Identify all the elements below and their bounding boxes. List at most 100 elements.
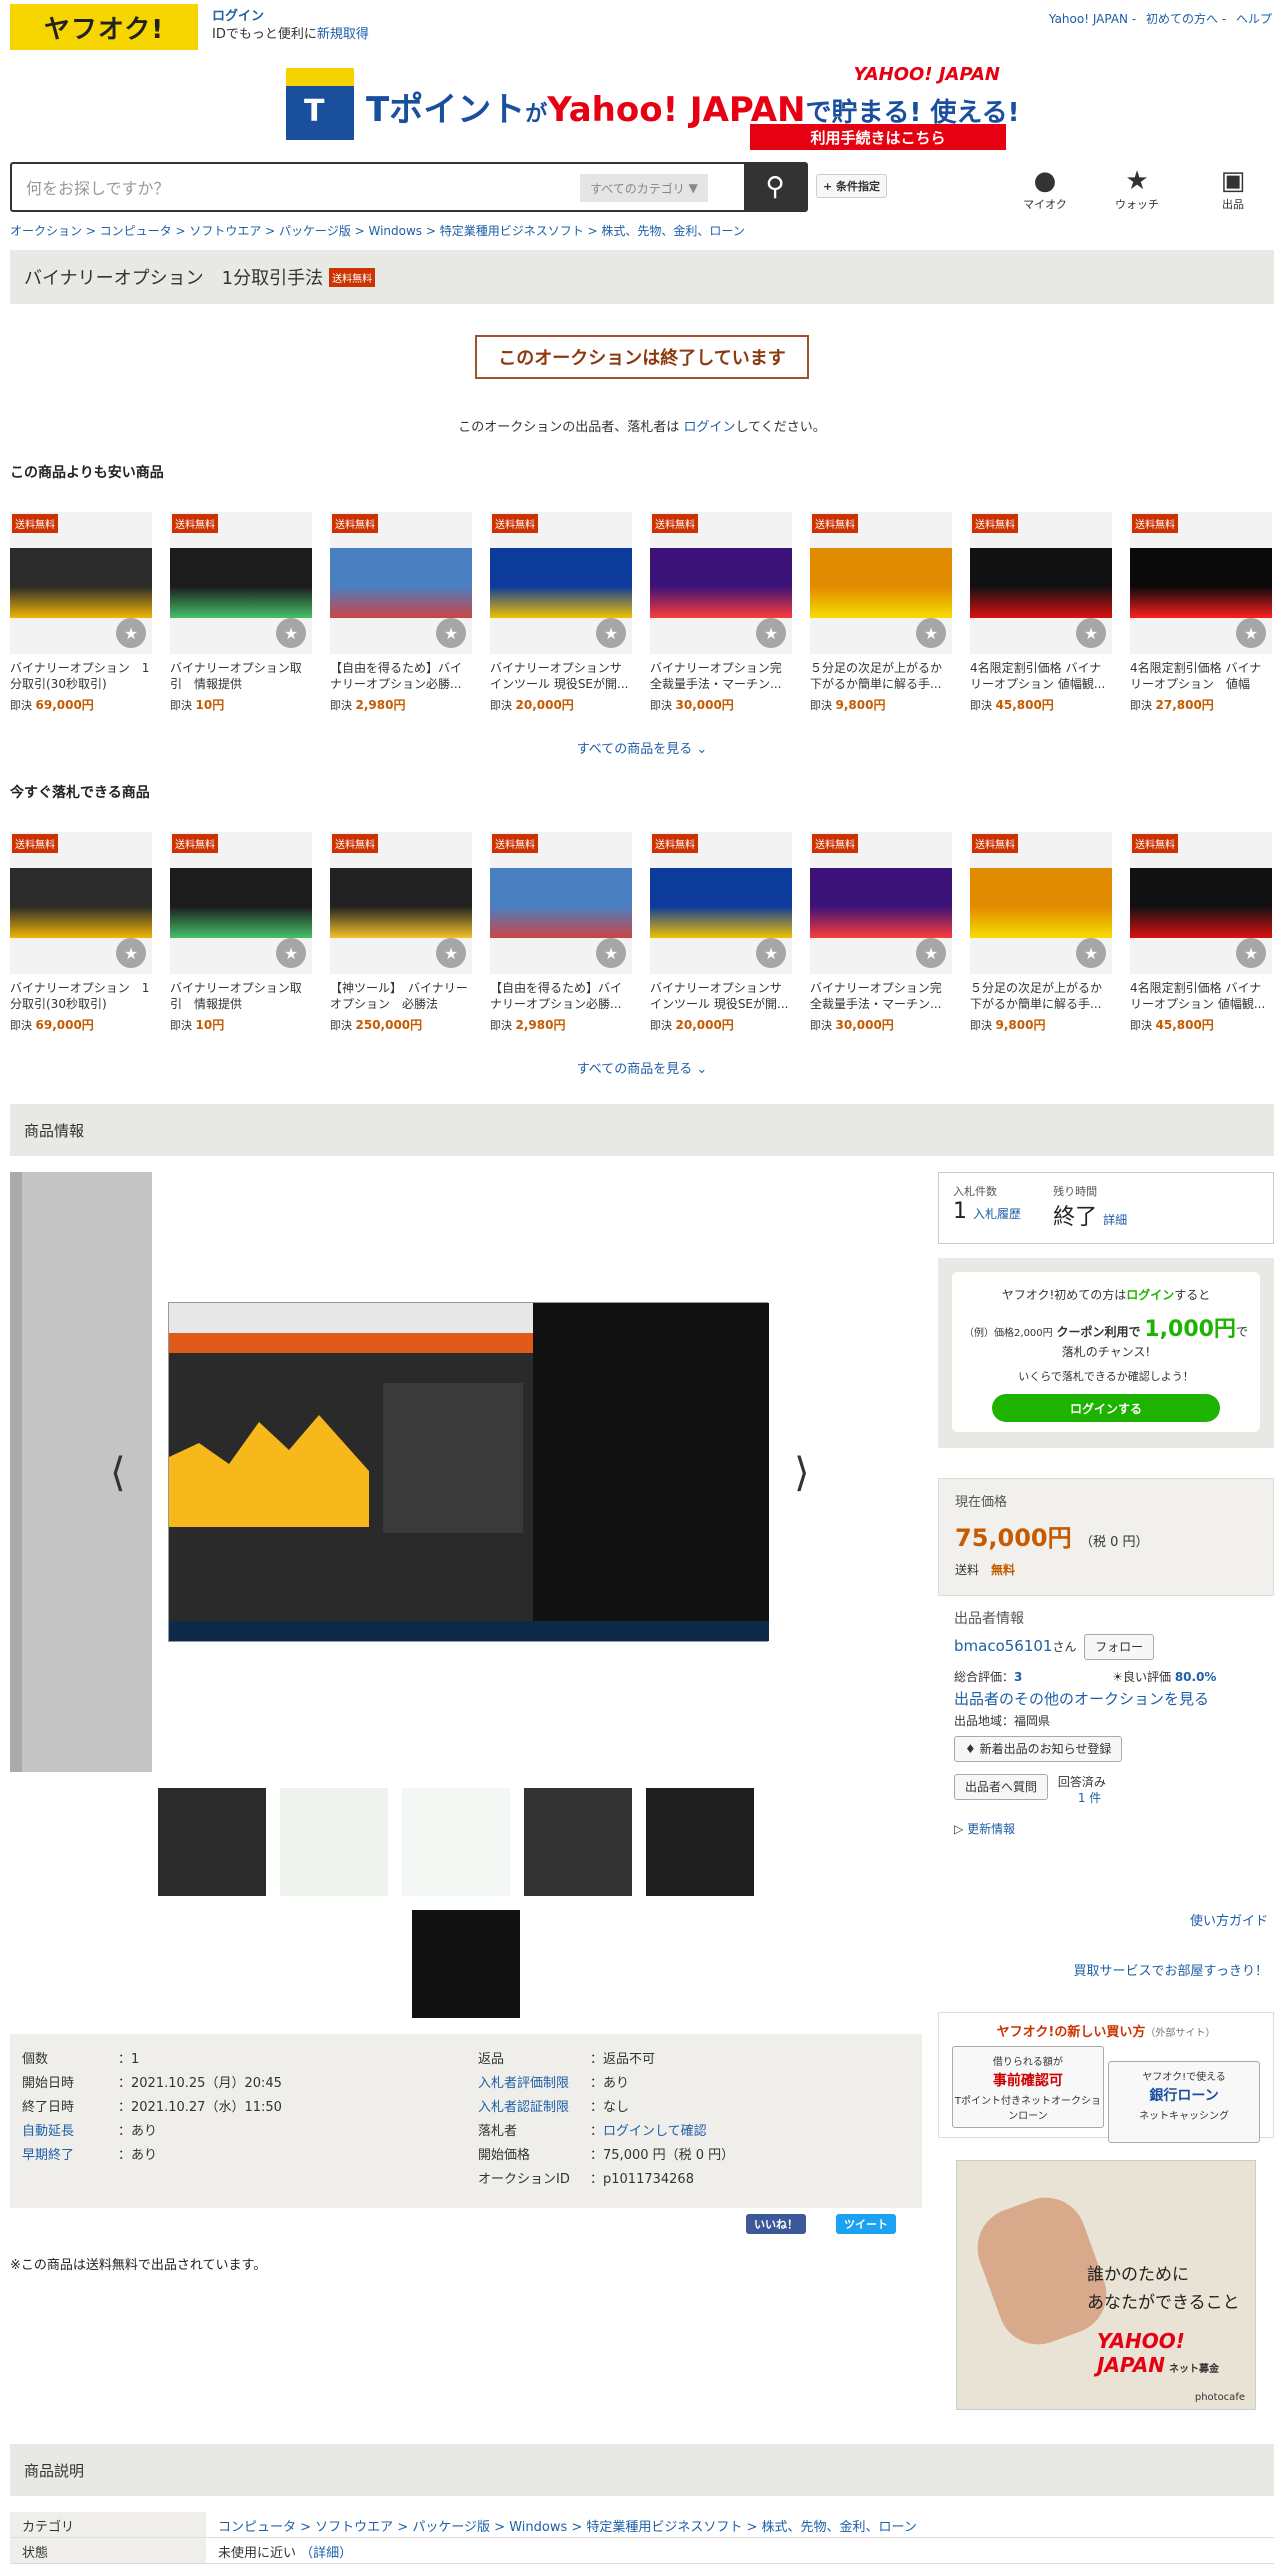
detail-key[interactable]: 入札者評価制限 — [478, 2072, 590, 2096]
watch-star-icon[interactable]: ★ — [756, 618, 786, 648]
gallery-prev-panel[interactable] — [10, 1172, 152, 1772]
signup-link[interactable]: 新規取得 — [317, 27, 369, 42]
item-name[interactable]: 4名限定割引価格 バイナリーオプション 値幅観... — [1130, 660, 1272, 692]
seller-rating-link[interactable]: 3 — [1014, 1670, 1022, 1684]
update-info-link[interactable]: 更新情報 — [967, 1822, 1015, 1836]
item-thumbnail[interactable]: 送料無料 ★ — [970, 832, 1112, 974]
buyback-service-link[interactable]: 買取サービスでお部屋すっきり！ — [938, 1960, 1274, 1979]
item-card[interactable]: 送料無料 ★ 【自由を得るため】バイナリーオプション必勝... 即決 2,980円 — [490, 832, 632, 1033]
item-thumbnail[interactable]: 送料無料 ★ — [650, 512, 792, 654]
item-thumbnail[interactable]: 送料無料 ★ — [970, 512, 1112, 654]
donation-ad[interactable]: 誰かのために あなたができること YAHOO! JAPAN ネット募金 photoc… — [956, 2160, 1256, 2410]
answered-count-link[interactable]: 1 件 — [1078, 1791, 1101, 1805]
item-thumbnail[interactable]: 送料無料 ★ — [10, 512, 152, 654]
item-card[interactable]: 送料無料 ★ バイナリーオプションサインツール 現役SEが開... 即決 20,000… — [490, 512, 632, 713]
item-thumbnail[interactable]: 送料無料 ★ — [650, 832, 792, 974]
thumbnail[interactable] — [646, 1788, 754, 1896]
buynow-see-all-link[interactable]: すべての商品を見る ⌄ — [0, 1058, 1284, 1077]
bank-loan-button[interactable]: ヤフオク!で使える 銀行ローン ネットキャッシング — [1108, 2061, 1261, 2143]
thumbnail[interactable] — [524, 1788, 632, 1896]
watch-star-icon[interactable]: ★ — [1236, 938, 1266, 968]
main-product-image[interactable] — [168, 1302, 769, 1642]
follow-button[interactable]: フォロー — [1084, 1634, 1155, 1660]
item-card[interactable]: 送料無料 ★ バイナリーオプション完全裁量手法・マーチン... 即決 30,000円 — [650, 512, 792, 713]
ended-login-link[interactable]: ログイン — [683, 420, 735, 435]
watch-star-icon[interactable]: ★ — [436, 618, 466, 648]
watch-star-icon[interactable]: ★ — [916, 938, 946, 968]
detail-value[interactable]: ログインして確認 — [603, 2124, 707, 2139]
item-thumbnail[interactable]: 送料無料 ★ — [810, 832, 952, 974]
watch-star-icon[interactable]: ★ — [596, 938, 626, 968]
item-name[interactable]: ５分足の次足が上がるか下がるか簡単に解る手... — [810, 660, 952, 692]
ask-seller-button[interactable]: 出品者へ質問 — [954, 1774, 1049, 1800]
breadcrumb[interactable]: オークション > コンピュータ > ソフトウエア > パッケージ版 > Wind… — [10, 222, 745, 239]
prev-arrow-icon[interactable]: ⟨ — [110, 1450, 126, 1496]
item-card[interactable]: 送料無料 ★ 4名限定割引価格 バイナリーオプション 値幅観... 即決 27,800… — [1130, 512, 1272, 713]
item-thumbnail[interactable]: 送料無料 ★ — [10, 832, 152, 974]
item-card[interactable]: 送料無料 ★ バイナリーオプション取引 情報提供 即決 10円 — [170, 512, 312, 713]
watch-star-icon[interactable]: ★ — [276, 618, 306, 648]
thumbnail[interactable] — [402, 1788, 510, 1896]
thumbnail[interactable] — [412, 1910, 520, 2018]
promo-login-link[interactable]: ログイン — [1126, 1288, 1174, 1302]
item-name[interactable]: 4名限定割引価格 バイナリーオプション 値幅観... — [970, 660, 1112, 692]
item-card[interactable]: 送料無料 ★ 4名限定割引価格 バイナリーオプション 値幅観... 即決 45,800… — [970, 512, 1112, 713]
item-card[interactable]: 送料無料 ★ バイナリーオプション取引 情報提供 即決 10円 — [170, 832, 312, 1033]
item-card[interactable]: 送料無料 ★ ５分足の次足が上がるか下がるか簡単に解る手... 即決 9,800円 — [970, 832, 1112, 1033]
login-link[interactable]: ログイン — [212, 8, 369, 26]
item-name[interactable]: バイナリーオプション 1分取引(30秒取引) — [10, 660, 152, 692]
watch-star-icon[interactable]: ★ — [276, 938, 306, 968]
watch-star-icon[interactable]: ★ — [916, 618, 946, 648]
item-thumbnail[interactable]: 送料無料 ★ — [1130, 832, 1272, 974]
loan-preapproval-button[interactable]: 借りられる額が 事前確認可 Tポイント付きネットオークションローン — [951, 2046, 1104, 2128]
item-name[interactable]: ５分足の次足が上がるか下がるか簡単に解る手... — [970, 980, 1112, 1012]
item-name[interactable]: バイナリーオプション取引 情報提供 — [170, 660, 312, 692]
item-name[interactable]: バイナリーオプション完全裁量手法・マーチン... — [650, 660, 792, 692]
item-name[interactable]: バイナリーオプション取引 情報提供 — [170, 980, 312, 1012]
detail-key[interactable]: 自動延長 — [22, 2120, 118, 2144]
watch-star-icon[interactable]: ★ — [116, 618, 146, 648]
watch-star-icon[interactable]: ★ — [436, 938, 466, 968]
thumbnail[interactable] — [280, 1788, 388, 1896]
item-thumbnail[interactable]: 送料無料 ★ — [170, 512, 312, 654]
item-card[interactable]: 送料無料 ★ 4名限定割引価格 バイナリーオプション 値幅観... 即決 45,800… — [1130, 832, 1272, 1033]
item-name[interactable]: バイナリーオプションサインツール 現役SEが開... — [490, 660, 632, 692]
detail-key[interactable]: 入札者認証制限 — [478, 2096, 590, 2120]
seller-name-link[interactable]: bmaco56101 — [954, 1637, 1052, 1655]
new-listing-notify-button[interactable]: ♦ 新着出品のお知らせ登録 — [954, 1736, 1123, 1762]
facebook-like-button[interactable]: いいね！ — [746, 2214, 806, 2234]
banner-cta[interactable]: 利用手続きはこちら — [750, 124, 1006, 150]
item-card[interactable]: 送料無料 ★ バイナリーオプション 1分取引(30秒取引) 即決 69,000円 — [10, 832, 152, 1033]
item-thumbnail[interactable]: 送料無料 ★ — [330, 832, 472, 974]
item-card[interactable]: 送料無料 ★ ５分足の次足が上がるか下がるか簡単に解る手... 即決 9,800円 — [810, 512, 952, 713]
item-card[interactable]: 送料無料 ★ 【神ツール】 バイナリーオプション 必勝法 即決 250,000円 — [330, 832, 472, 1033]
watch-star-icon[interactable]: ★ — [596, 618, 626, 648]
item-thumbnail[interactable]: 送料無料 ★ — [1130, 512, 1272, 654]
condition-button[interactable]: + 条件指定 — [816, 174, 888, 198]
item-thumbnail[interactable]: 送料無料 ★ — [330, 512, 472, 654]
item-name[interactable]: バイナリーオプション 1分取引(30秒取引) — [10, 980, 152, 1012]
item-thumbnail[interactable]: 送料無料 ★ — [810, 512, 952, 654]
item-card[interactable]: 送料無料 ★ バイナリーオプション 1分取引(30秒取引) 即決 69,000円 — [10, 512, 152, 713]
detail-key[interactable]: 早期終了 — [22, 2144, 118, 2168]
good-rating[interactable]: 80.0% — [1175, 1670, 1217, 1684]
search-button[interactable]: ⚲ — [744, 164, 806, 210]
category-select[interactable]: すべてのカテゴリ ▼ — [580, 174, 708, 202]
beginner-link[interactable]: 初めての方へ — [1146, 12, 1218, 26]
condition-detail-link[interactable]: （詳細） — [300, 2546, 352, 2561]
item-thumbnail[interactable]: 送料無料 ★ — [490, 832, 632, 974]
watch-star-icon[interactable]: ★ — [756, 938, 786, 968]
item-thumbnail[interactable]: 送料無料 ★ — [490, 512, 632, 654]
bid-history-link[interactable]: 入札履歴 — [973, 1207, 1021, 1221]
help-link[interactable]: ヘルプ — [1236, 12, 1272, 26]
item-card[interactable]: 送料無料 ★ バイナリーオプションサインツール 現役SEが開... 即決 20,000… — [650, 832, 792, 1033]
item-name[interactable]: 【神ツール】 バイナリーオプション 必勝法 — [330, 980, 472, 1012]
yahuoku-logo[interactable]: ヤフオク! — [10, 4, 198, 50]
watch-star-icon[interactable]: ★ — [1076, 618, 1106, 648]
item-name[interactable]: バイナリーオプションサインツール 現役SEが開... — [650, 980, 792, 1012]
category-path-link[interactable]: コンピュータ > ソフトウエア > パッケージ版 > Windows > 特定業… — [206, 2512, 929, 2537]
watch-button[interactable]: ★ ウォッチ — [1106, 166, 1168, 212]
cheaper-see-all-link[interactable]: すべての商品を見る ⌄ — [0, 738, 1284, 757]
item-name[interactable]: 【自由を得るため】バイナリーオプション必勝... — [330, 660, 472, 692]
item-name[interactable]: バイナリーオプション完全裁量手法・マーチン... — [810, 980, 952, 1012]
